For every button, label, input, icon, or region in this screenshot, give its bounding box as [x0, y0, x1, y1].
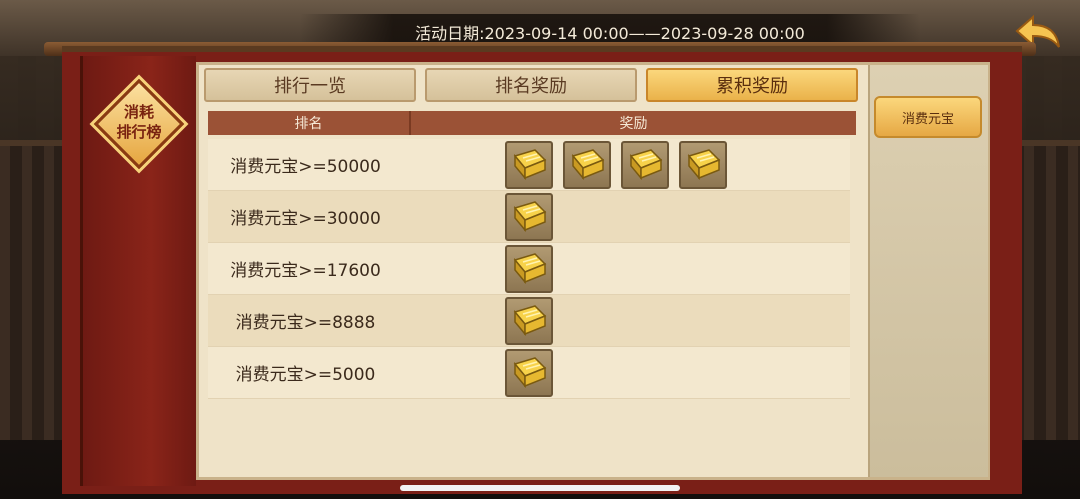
- gold-book-icon: [687, 148, 721, 180]
- badge-line1: 消耗: [123, 103, 154, 121]
- reward-item[interactable]: [621, 140, 669, 189]
- reward-item[interactable]: [563, 140, 611, 189]
- tab-cumulative-rewards[interactable]: 累积奖励: [646, 68, 858, 102]
- gold-book-icon: [513, 200, 547, 232]
- row-label: 消费元宝>=17600: [230, 261, 381, 281]
- row-items: [505, 296, 553, 345]
- table-row: 消费元宝>=5000: [208, 347, 850, 399]
- badge-line2: 排行榜: [116, 123, 162, 141]
- row-items: [505, 140, 727, 189]
- home-indicator[interactable]: [400, 485, 680, 491]
- reward-item[interactable]: [505, 348, 553, 397]
- row-label: 消费元宝>=8888: [235, 313, 376, 333]
- tab-label: 排行一览: [274, 76, 346, 97]
- spend-ingot-button[interactable]: 消费元宝: [874, 96, 982, 138]
- tab-ranking-overview[interactable]: 排行一览: [204, 68, 416, 102]
- reward-item[interactable]: [505, 296, 553, 345]
- row-label: 消费元宝>=30000: [230, 209, 381, 229]
- row-items: [505, 244, 553, 293]
- badge-text: 消耗 排行榜: [95, 102, 183, 142]
- tab-rank-rewards[interactable]: 排名奖励: [425, 68, 637, 102]
- leaderboard-badge: 消耗 排行榜: [93, 78, 185, 170]
- table-row: 消费元宝>=8888: [208, 295, 850, 347]
- reward-item[interactable]: [505, 244, 553, 293]
- gold-book-icon: [571, 148, 605, 180]
- column-reward: 奖励: [619, 116, 648, 132]
- gold-book-icon: [513, 304, 547, 336]
- tab-label: 累积奖励: [716, 76, 788, 97]
- gold-book-icon: [513, 356, 547, 388]
- table-header: 排名 奖励: [208, 111, 856, 135]
- row-label: 消费元宝>=50000: [230, 157, 381, 177]
- activity-date-text: 活动日期:2023-09-14 00:00——2023-09-28 00:00: [415, 24, 805, 43]
- row-items: [505, 348, 553, 397]
- column-rank: 排名: [208, 111, 411, 135]
- row-items: [505, 192, 553, 241]
- gold-book-icon: [629, 148, 663, 180]
- table-row: 消费元宝>=30000: [208, 191, 850, 243]
- reward-item[interactable]: [505, 140, 553, 189]
- table-row: 消费元宝>=17600: [208, 243, 850, 295]
- table-row: 消费元宝>=50000: [208, 139, 850, 191]
- reward-item[interactable]: [679, 140, 727, 189]
- reward-item[interactable]: [505, 192, 553, 241]
- gold-book-icon: [513, 252, 547, 284]
- gold-book-icon: [513, 148, 547, 180]
- row-label: 消费元宝>=5000: [235, 365, 376, 385]
- tab-label: 排名奖励: [495, 76, 567, 97]
- side-button-label: 消费元宝: [901, 111, 954, 127]
- reward-table: 消费元宝>=50000 消费元宝>=30000 消费元宝>=17600 消费元宝…: [208, 139, 850, 399]
